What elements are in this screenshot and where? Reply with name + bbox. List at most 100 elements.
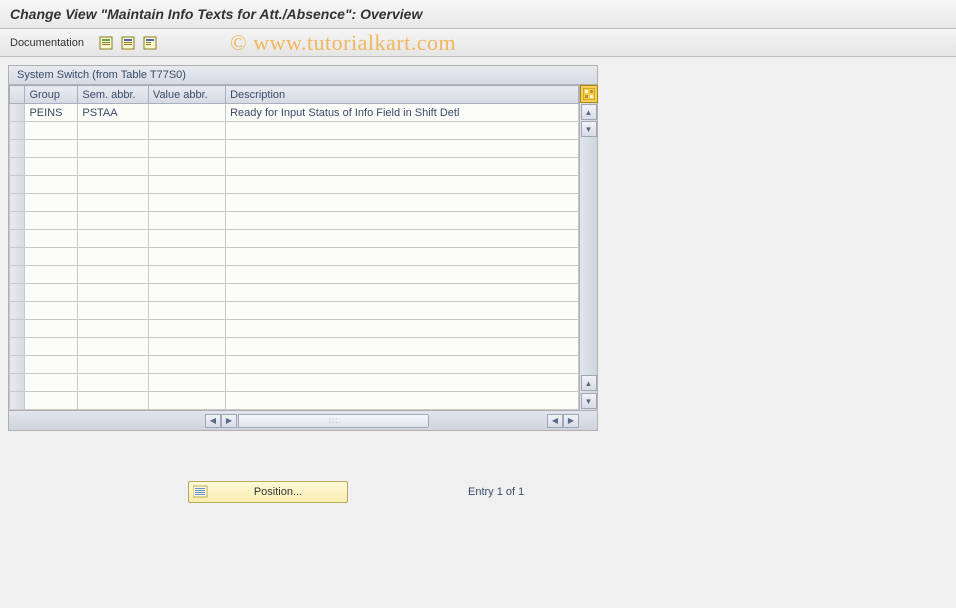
cell-value-abbr[interactable] <box>148 320 225 338</box>
cell-value-abbr[interactable] <box>148 266 225 284</box>
cell-sem-abbr[interactable] <box>78 374 149 392</box>
row-selector[interactable] <box>10 356 25 374</box>
toolbar-icon-1[interactable] <box>98 35 114 51</box>
cell-sem-abbr[interactable] <box>78 140 149 158</box>
cell-description[interactable] <box>226 212 579 230</box>
cell-value-abbr[interactable] <box>148 122 225 140</box>
table-row[interactable] <box>10 176 579 194</box>
cell-group[interactable] <box>25 212 78 230</box>
cell-description[interactable] <box>226 392 579 410</box>
cell-group[interactable] <box>25 248 78 266</box>
scroll-left-button-2[interactable]: ◀ <box>547 414 563 428</box>
table-row[interactable] <box>10 266 579 284</box>
table-row[interactable] <box>10 284 579 302</box>
select-all-header[interactable] <box>10 86 25 104</box>
cell-sem-abbr[interactable] <box>78 356 149 374</box>
cell-description[interactable] <box>226 374 579 392</box>
cell-group[interactable] <box>25 176 78 194</box>
row-selector[interactable] <box>10 158 25 176</box>
hscroll-track[interactable]: ::: <box>238 414 428 428</box>
cell-sem-abbr[interactable] <box>78 338 149 356</box>
cell-description[interactable] <box>226 194 579 212</box>
row-selector[interactable] <box>10 302 25 320</box>
cell-value-abbr[interactable] <box>148 230 225 248</box>
cell-value-abbr[interactable] <box>148 392 225 410</box>
table-row[interactable] <box>10 158 579 176</box>
cell-group[interactable] <box>25 230 78 248</box>
scroll-up-button-bottom[interactable]: ▲ <box>581 375 597 391</box>
table-row[interactable]: PEINSPSTAAReady for Input Status of Info… <box>10 104 579 122</box>
cell-sem-abbr[interactable] <box>78 302 149 320</box>
row-selector[interactable] <box>10 374 25 392</box>
hscroll-thumb[interactable]: ::: <box>239 415 429 427</box>
scroll-down-button[interactable]: ▼ <box>581 121 597 137</box>
cell-sem-abbr[interactable] <box>78 230 149 248</box>
table-row[interactable] <box>10 248 579 266</box>
cell-group[interactable] <box>25 284 78 302</box>
cell-value-abbr[interactable] <box>148 338 225 356</box>
col-header-group[interactable]: Group <box>25 86 78 104</box>
toolbar-icon-3[interactable] <box>142 35 158 51</box>
cell-description[interactable] <box>226 158 579 176</box>
row-selector[interactable] <box>10 320 25 338</box>
scroll-right-button-2[interactable]: ▶ <box>563 414 579 428</box>
row-selector[interactable] <box>10 194 25 212</box>
col-header-sem-abbr[interactable]: Sem. abbr. <box>78 86 149 104</box>
table-row[interactable] <box>10 392 579 410</box>
cell-description[interactable] <box>226 356 579 374</box>
cell-sem-abbr[interactable] <box>78 176 149 194</box>
cell-value-abbr[interactable] <box>148 356 225 374</box>
cell-sem-abbr[interactable] <box>78 284 149 302</box>
scroll-right-button[interactable]: ▶ <box>221 414 237 428</box>
cell-sem-abbr[interactable] <box>78 158 149 176</box>
scroll-left-button[interactable]: ◀ <box>205 414 221 428</box>
row-selector[interactable] <box>10 176 25 194</box>
cell-group[interactable] <box>25 356 78 374</box>
table-row[interactable] <box>10 320 579 338</box>
row-selector[interactable] <box>10 284 25 302</box>
cell-sem-abbr[interactable] <box>78 266 149 284</box>
cell-group[interactable] <box>25 140 78 158</box>
cell-description[interactable] <box>226 230 579 248</box>
table-row[interactable] <box>10 230 579 248</box>
col-header-value-abbr[interactable]: Value abbr. <box>148 86 225 104</box>
table-row[interactable] <box>10 374 579 392</box>
col-header-description[interactable]: Description <box>226 86 579 104</box>
row-selector[interactable] <box>10 230 25 248</box>
cell-description[interactable] <box>226 176 579 194</box>
cell-description[interactable]: Ready for Input Status of Info Field in … <box>226 104 579 122</box>
cell-group[interactable] <box>25 374 78 392</box>
cell-value-abbr[interactable] <box>148 176 225 194</box>
cell-group[interactable] <box>25 194 78 212</box>
cell-group[interactable] <box>25 302 78 320</box>
table-settings-icon[interactable] <box>580 85 598 103</box>
cell-group[interactable] <box>25 392 78 410</box>
cell-sem-abbr[interactable] <box>78 248 149 266</box>
cell-group[interactable] <box>25 266 78 284</box>
documentation-label[interactable]: Documentation <box>10 37 84 49</box>
cell-group[interactable] <box>25 158 78 176</box>
cell-description[interactable] <box>226 140 579 158</box>
table-row[interactable] <box>10 338 579 356</box>
row-selector[interactable] <box>10 248 25 266</box>
row-selector[interactable] <box>10 104 25 122</box>
cell-group[interactable] <box>25 320 78 338</box>
table-row[interactable] <box>10 122 579 140</box>
row-selector[interactable] <box>10 392 25 410</box>
cell-value-abbr[interactable] <box>148 158 225 176</box>
row-selector[interactable] <box>10 266 25 284</box>
toolbar-icon-2[interactable] <box>120 35 136 51</box>
table-row[interactable] <box>10 212 579 230</box>
row-selector[interactable] <box>10 122 25 140</box>
cell-sem-abbr[interactable] <box>78 194 149 212</box>
row-selector[interactable] <box>10 212 25 230</box>
cell-value-abbr[interactable] <box>148 374 225 392</box>
cell-group[interactable]: PEINS <box>25 104 78 122</box>
cell-value-abbr[interactable] <box>148 284 225 302</box>
cell-value-abbr[interactable] <box>148 140 225 158</box>
cell-description[interactable] <box>226 320 579 338</box>
table-row[interactable] <box>10 302 579 320</box>
cell-value-abbr[interactable] <box>148 104 225 122</box>
row-selector[interactable] <box>10 140 25 158</box>
cell-description[interactable] <box>226 248 579 266</box>
